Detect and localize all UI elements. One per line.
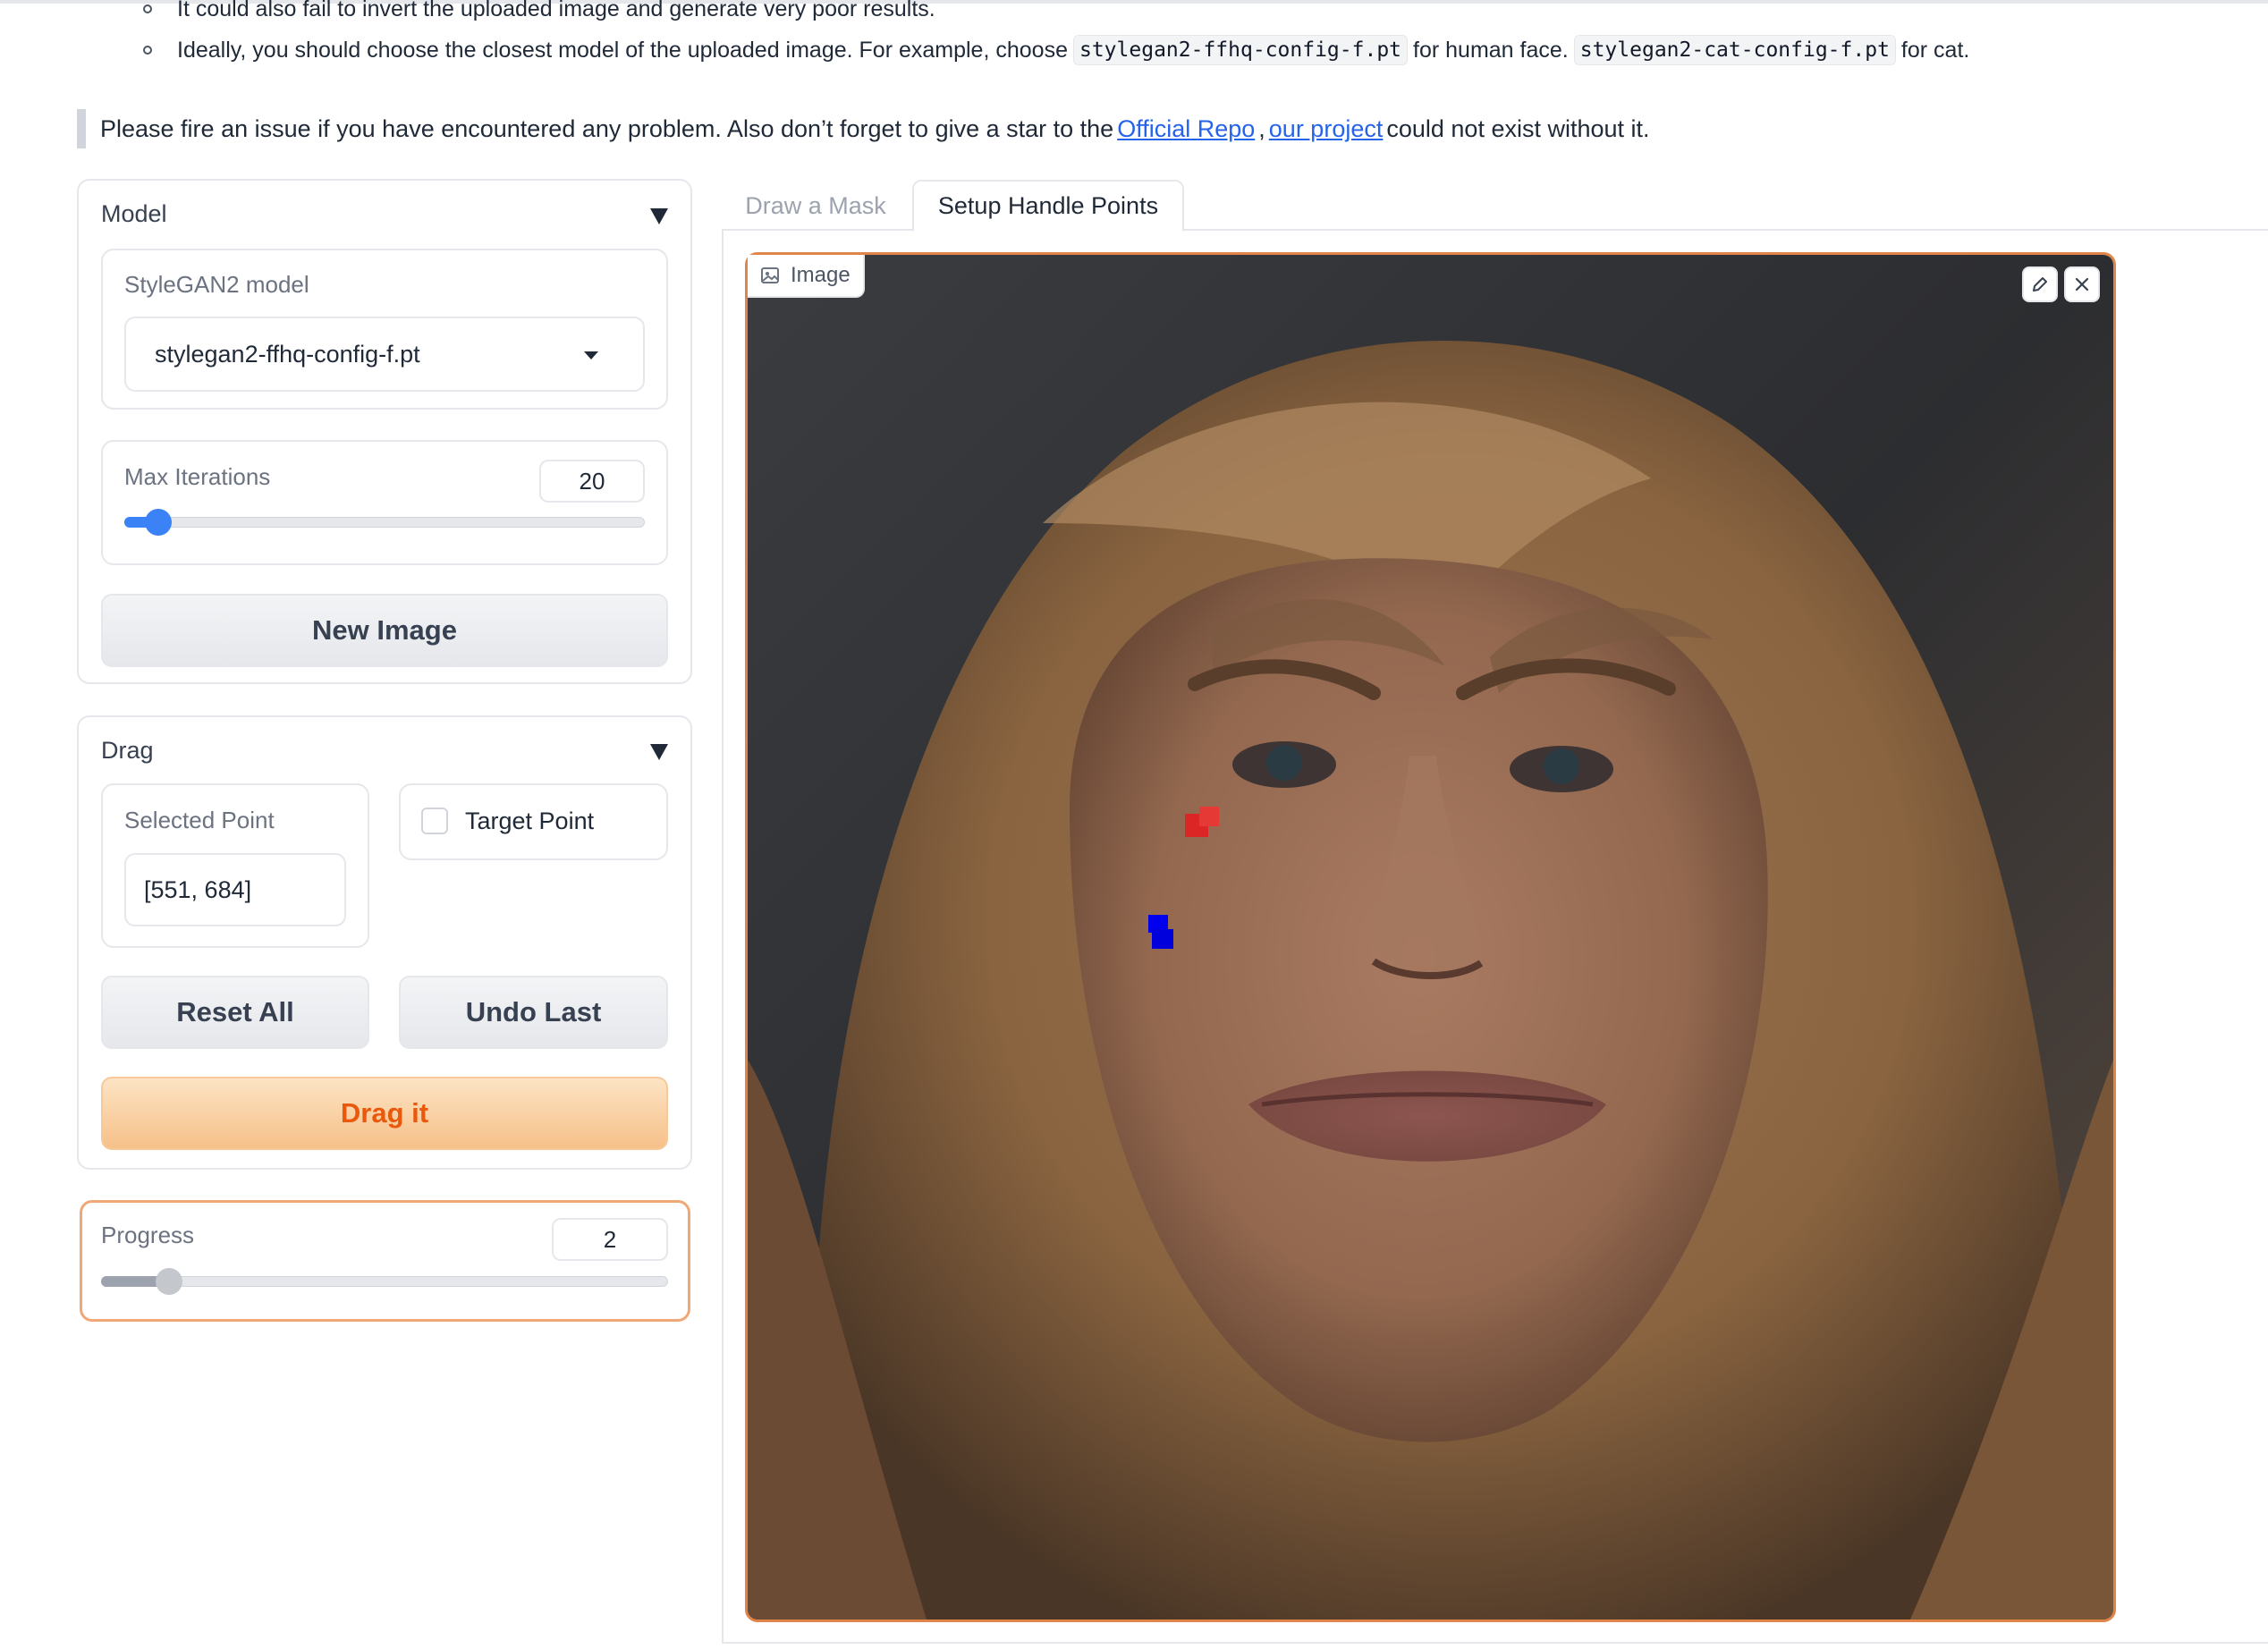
chevron-down-icon[interactable] (584, 351, 598, 359)
max-iterations-input[interactable]: 20 (539, 460, 645, 503)
new-image-button[interactable]: New Image (101, 594, 668, 667)
image-icon (761, 267, 779, 283)
close-icon (2075, 277, 2089, 292)
handle-point-marker (1199, 807, 1219, 826)
code-model-cat: stylegan2-cat-config-f.pt (1573, 35, 1896, 65)
stylegan-model-dropdown[interactable]: stylegan2-ffhq-config-f.pt (124, 317, 645, 392)
notice-text-end: could not exist without it. (1386, 114, 1650, 142)
undo-last-button[interactable]: Undo Last (399, 976, 668, 1049)
tab-draw-a-mask[interactable]: Draw a Mask (730, 181, 901, 231)
progress-value-input[interactable]: 2 (552, 1218, 668, 1261)
image-canvas[interactable] (745, 252, 2116, 1622)
collapse-triangle-icon[interactable] (650, 208, 668, 224)
notice-comma: , (1258, 114, 1265, 142)
edit-image-button[interactable] (2022, 266, 2058, 302)
target-point-label: Target Point (465, 808, 595, 834)
notice-text: Please fire an issue if you have encount… (100, 114, 1114, 142)
progress-label: Progress (101, 1222, 195, 1248)
target-point-marker (1152, 929, 1173, 949)
bullet-text: It could also fail to invert the uploade… (177, 0, 935, 21)
code-model-ffhq: stylegan2-ffhq-config-f.pt (1072, 35, 1409, 65)
max-iterations-slider-thumb[interactable] (145, 509, 172, 536)
target-point-checkbox[interactable] (421, 808, 448, 834)
max-iterations-label: Max Iterations (124, 463, 271, 490)
our-project-link[interactable]: our project (1269, 115, 1384, 143)
collapse-triangle-icon[interactable] (650, 744, 668, 760)
image-label-tag: Image (748, 255, 865, 298)
right-panel-bottom (722, 1642, 2268, 1644)
selected-point-value: [551, 684] (144, 875, 252, 903)
image-label: Image (791, 263, 850, 287)
bullet-marker (143, 4, 152, 13)
notice-blockquote: Please fire an issue if you have encount… (77, 109, 2223, 148)
progress-slider-thumb[interactable] (156, 1268, 182, 1295)
drag-panel-title: Drag (101, 737, 154, 764)
max-iterations-block (101, 440, 668, 565)
tab-setup-handle-points[interactable]: Setup Handle Points (912, 180, 1184, 232)
bullet-text: for human face. (1413, 37, 1569, 63)
portrait-image[interactable] (748, 255, 2113, 1619)
dropdown-value: stylegan2-ffhq-config-f.pt (155, 340, 420, 368)
model-panel-title: Model (101, 200, 167, 227)
right-panel-border (722, 229, 724, 1644)
progress-slider-track[interactable] (101, 1276, 668, 1287)
instruction-bullet-1: It could also fail to invert the uploade… (143, 0, 935, 29)
bullet-text: Ideally, you should choose the closest m… (177, 37, 1068, 63)
bullet-text: for cat. (1900, 37, 1970, 63)
pencil-icon (2033, 277, 2047, 292)
max-iterations-slider-track[interactable] (124, 517, 645, 528)
drag-it-button[interactable]: Drag it (101, 1077, 668, 1150)
instruction-bullet-2: Ideally, you should choose the closest m… (143, 30, 1969, 70)
reset-all-button[interactable]: Reset All (101, 976, 369, 1049)
selected-point-label: Selected Point (124, 807, 275, 833)
selected-point-field[interactable]: [551, 684] (124, 853, 346, 926)
stylegan-model-label: StyleGAN2 model (124, 271, 309, 298)
bullet-marker (143, 46, 152, 55)
official-repo-link[interactable]: Official Repo (1117, 115, 1255, 143)
clear-image-button[interactable] (2064, 266, 2100, 302)
